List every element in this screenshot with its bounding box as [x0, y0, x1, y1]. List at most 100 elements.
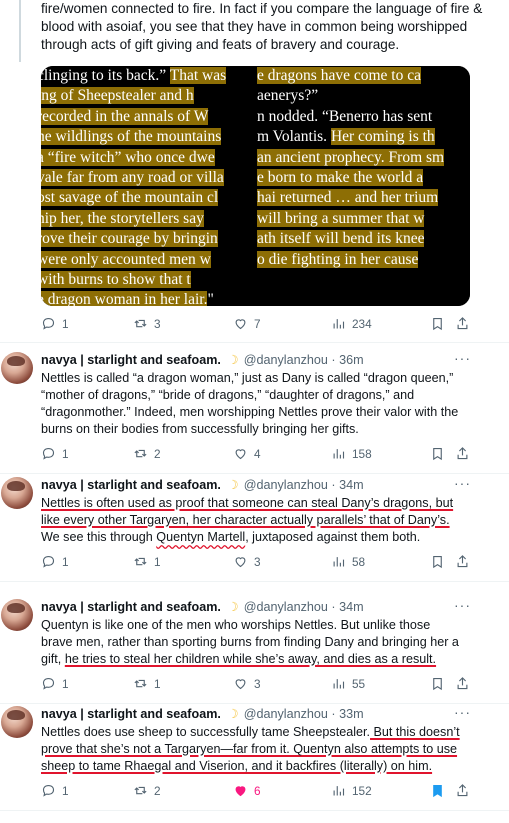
author-handle[interactable]: @danylanzhou: [244, 478, 328, 492]
tweet-text-line: “mother of dragons,” “bride of dragons,”…: [41, 387, 481, 404]
book-excerpt-image-left[interactable]: clinging to its back.” That was ing of Sh…: [41, 66, 254, 306]
reply-icon: [42, 447, 55, 460]
author-name[interactable]: navya | starlight and seafoam.: [41, 600, 224, 614]
excerpt-line: will bring a summer that w: [257, 209, 470, 229]
tweet-header: navya | starlight and seafoam. ☽ @danylan…: [41, 706, 364, 721]
underlined-text: But this doesn’t: [370, 725, 460, 739]
bookmark-button[interactable]: [430, 316, 445, 331]
author-name[interactable]: navya | starlight and seafoam.: [41, 353, 224, 367]
reply-button[interactable]: 1: [41, 783, 69, 798]
like-button[interactable]: 7: [233, 316, 261, 331]
divider: [0, 703, 509, 704]
tweet-header: navya | starlight and seafoam. ☽ @danylan…: [41, 599, 364, 614]
views-button[interactable]: 234: [331, 316, 372, 331]
views-button[interactable]: 55: [331, 676, 365, 691]
bookmark-icon: [433, 555, 442, 569]
reply-button[interactable]: 1: [41, 446, 69, 461]
text-segment: “dragonmother.” Indeed, men worshipping …: [41, 405, 459, 419]
more-options-button[interactable]: ···: [454, 704, 471, 720]
author-handle[interactable]: @danylanzhou: [244, 707, 328, 721]
repost-button[interactable]: 2: [133, 783, 161, 798]
tweet-text-line: through acts of gift giving and feats of…: [41, 37, 400, 52]
share-icon: [457, 784, 468, 797]
reply-button[interactable]: 1: [41, 316, 69, 331]
top-tweet-actions: 1 3 7 234: [41, 316, 471, 334]
bookmark-button[interactable]: [430, 676, 445, 691]
views-button[interactable]: 58: [331, 554, 365, 569]
timestamp[interactable]: 36m: [339, 353, 364, 367]
excerpt-highlight: Her coming is th: [330, 128, 435, 146]
author-handle[interactable]: @danylanzhou: [244, 353, 328, 367]
underlined-text: sheep to tame Rhaegal and Viserion, and …: [41, 759, 433, 773]
excerpt-highlight: That was: [169, 67, 227, 84]
bookmark-icon: [433, 677, 442, 691]
text-segment: burns on their bodies from successfully …: [41, 422, 359, 436]
repost-button[interactable]: 1: [133, 676, 161, 691]
bookmark-button[interactable]: [430, 554, 445, 569]
tweet: navya | starlight and seafoam. ☽ @danylan…: [0, 704, 509, 816]
share-button[interactable]: [455, 446, 470, 461]
share-button[interactable]: [455, 316, 470, 331]
timestamp[interactable]: 34m: [339, 600, 364, 614]
like-button[interactable]: 4: [233, 446, 261, 461]
views-button[interactable]: 158: [331, 446, 372, 461]
text-segment: brave men, rather than sporting burns fr…: [41, 635, 459, 649]
tweet: navya | starlight and seafoam. ☽ @danylan…: [0, 350, 509, 462]
avatar[interactable]: [1, 352, 33, 384]
underlined-text: prove that she’s not a Targaryen—far fro…: [41, 742, 458, 756]
tweet-text-line: gift, he tries to steal her children whi…: [41, 651, 481, 668]
reply-icon: [42, 784, 55, 797]
reply-button[interactable]: 1: [41, 676, 69, 691]
bookmark-button[interactable]: [430, 783, 445, 798]
repost-button[interactable]: 1: [133, 554, 161, 569]
avatar[interactable]: [1, 706, 33, 738]
repost-button[interactable]: 2: [133, 446, 161, 461]
author-name[interactable]: navya | starlight and seafoam.: [41, 478, 224, 492]
excerpt-highlight: e dragon woman in her lair.: [41, 291, 208, 306]
repost-button[interactable]: 3: [133, 316, 161, 331]
reply-button[interactable]: 1: [41, 554, 69, 569]
like-button[interactable]: 3: [233, 554, 261, 569]
like-count: 3: [254, 676, 261, 691]
timestamp[interactable]: 34m: [339, 478, 364, 492]
views-icon: [333, 449, 345, 459]
like-button[interactable]: 6: [233, 783, 261, 798]
reply-icon: [42, 555, 55, 568]
bookmark-icon: [433, 784, 442, 798]
tweet-media-images[interactable]: clinging to its back.” That was ing of Sh…: [41, 66, 470, 306]
divider: [0, 581, 509, 582]
timestamp[interactable]: 33m: [339, 707, 364, 721]
bookmark-button[interactable]: [430, 446, 445, 461]
share-button[interactable]: [455, 783, 470, 798]
share-button[interactable]: [455, 676, 470, 691]
text-segment: gift,: [41, 652, 65, 666]
avatar[interactable]: [1, 599, 33, 631]
author-handle[interactable]: @danylanzhou: [244, 600, 328, 614]
replie-count: 1: [62, 554, 69, 569]
book-excerpt-image-right[interactable]: e dragons have come to ca aenerys?” n nodd…: [257, 66, 470, 306]
excerpt-line: ost savage of the mountain cl: [41, 188, 254, 208]
tweet-text-line: Nettles is often used as proof that some…: [41, 495, 481, 512]
repost-count: 3: [154, 316, 161, 331]
moon-icon: ☽: [227, 600, 239, 614]
more-options-button[interactable]: ···: [454, 597, 471, 613]
avatar[interactable]: [1, 477, 33, 509]
excerpt-line: clinging to its back.” That was: [41, 66, 254, 86]
tweet-text: Quentyn is like one of the men who worsh…: [41, 617, 481, 668]
divider: [0, 473, 509, 474]
views-icon: [333, 679, 345, 689]
more-options-button[interactable]: ···: [454, 475, 471, 491]
views-button[interactable]: 152: [331, 783, 372, 798]
more-options-button[interactable]: ···: [454, 350, 471, 366]
excerpt-line: o die fighting in her cause: [257, 250, 470, 270]
excerpt-highlight: were only accounted men w: [41, 250, 211, 268]
share-button[interactable]: [455, 554, 470, 569]
text-segment: , juxtaposed against them both.: [245, 530, 421, 544]
text-segment: Quentyn is like one of the men who worsh…: [41, 618, 431, 632]
text-segment: Nettles does use sheep to successfully t…: [41, 725, 371, 739]
like-button[interactable]: 3: [233, 676, 261, 691]
excerpt-highlight: an ancient prophecy. From sm: [257, 148, 445, 166]
author-name[interactable]: navya | starlight and seafoam.: [41, 707, 224, 721]
tweet-actions: 1 2 6 152: [41, 783, 471, 801]
reply-count: 1: [62, 316, 69, 331]
